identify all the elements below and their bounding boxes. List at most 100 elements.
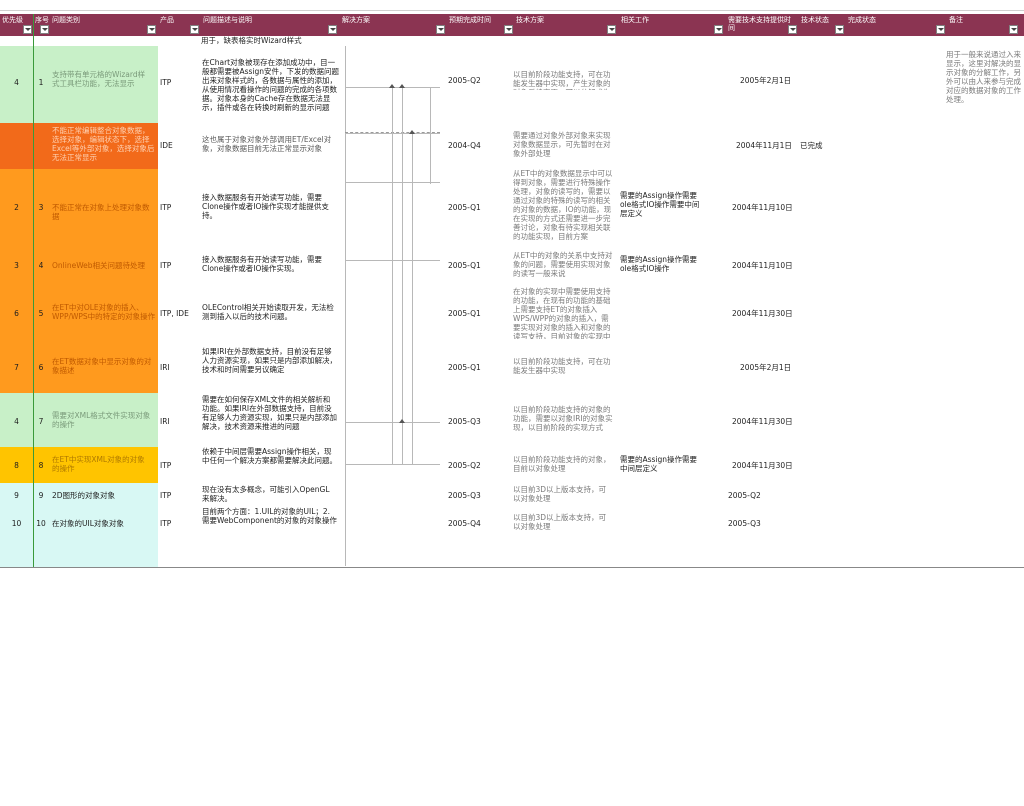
description-cell[interactable]: 接入数据服务有开始读写功能，需要Clone操作或者IO操作实现。: [202, 255, 337, 275]
description-cell[interactable]: 这也属于对象对象外部调用ET/Excel对象，对象数据目前无法正常显示对象: [202, 135, 337, 155]
category-cell[interactable]: 不能正常编辑整合对象数据，选择对象，编辑状态下，选择Excel等外部对象，选择对…: [52, 126, 156, 164]
table-row[interactable]: 9 9 2D图形的对象对象 ITP 现在没有太多概念，可能引入OpenGL来解决…: [0, 483, 1024, 507]
priority-cell[interactable]: 10: [0, 519, 33, 528]
table-row[interactable]: 10 10 在对象的UIL对象对象 ITP 目前两个方面：1.UIL的对象的UI…: [0, 507, 1024, 567]
header-note[interactable]: 备注: [947, 14, 1007, 36]
support-time-cell[interactable]: 2005-Q3: [728, 519, 788, 528]
category-cell[interactable]: 在ET中实现XML对象的对象的操作: [52, 455, 152, 475]
header-related[interactable]: 相关工作: [619, 14, 712, 36]
seq-cell[interactable]: 5: [34, 309, 48, 318]
table-row[interactable]: 7 6 在ET数据对象中显示对象的对象描述 IRI 如果IRI在外部数据支持，目…: [0, 339, 1024, 393]
seq-cell[interactable]: 3: [34, 203, 48, 212]
tech-cell[interactable]: 需要通过对象外部对象来实现对象数据显示，可先暂时在对象外部处理: [513, 131, 613, 159]
support-time-cell[interactable]: 2005-Q2: [728, 491, 788, 500]
table-row[interactable]: 6 5 在ET中对OLE对象的插入、WPP/WPS中的特定的对象操作 ITP, …: [0, 287, 1024, 339]
priority-cell[interactable]: 6: [0, 309, 33, 318]
category-cell[interactable]: 在ET中对OLE对象的插入、WPP/WPS中的特定的对象操作: [52, 303, 156, 323]
category-cell[interactable]: 在ET数据对象中显示对象的对象描述: [52, 357, 152, 377]
time-cell[interactable]: 2005-Q2: [448, 76, 508, 85]
product-cell[interactable]: ITP: [160, 461, 198, 470]
filter-dropdown-icon[interactable]: [40, 25, 49, 34]
header-tech[interactable]: 技术方案: [514, 14, 606, 36]
product-cell[interactable]: IRI: [160, 417, 198, 426]
tech-cell[interactable]: 从ET中的对象数据显示中可以得到对象，需要进行特殊操作处理，对象的读写的，需要以…: [513, 169, 613, 245]
product-cell[interactable]: IRI: [160, 363, 198, 372]
category-cell[interactable]: 在对象的UIL对象对象: [52, 519, 152, 528]
related-cell[interactable]: 需要的Assign操作需要ole格式IO操作需要中间层定义: [620, 191, 700, 221]
table-row[interactable]: 1 2 不能正常编辑整合对象数据，选择对象，编辑状态下，选择Excel等外部对象…: [0, 123, 1024, 169]
filter-dropdown-icon[interactable]: [436, 25, 445, 34]
description-cell[interactable]: 目前两个方面：1.UIL的对象的UIL；2.需要WebComponent的对象的…: [202, 507, 337, 547]
time-cell[interactable]: 2005-Q3: [448, 417, 508, 426]
table-row[interactable]: 8 8 在ET中实现XML对象的对象的操作 ITP 依赖于中间层需要Assign…: [0, 447, 1024, 483]
header-product[interactable]: 产品: [158, 14, 188, 36]
priority-cell[interactable]: 4: [0, 417, 33, 426]
filter-dropdown-icon[interactable]: [607, 25, 616, 34]
related-cell[interactable]: 需要的Assign操作需要中间层定义: [620, 455, 700, 475]
priority-cell[interactable]: 1: [0, 141, 33, 150]
time-cell[interactable]: 2004-Q4: [448, 141, 508, 150]
tech-cell[interactable]: 以目前3D以上版本支持，可以对象处理: [513, 485, 613, 505]
product-cell[interactable]: IDE: [160, 141, 198, 150]
seq-cell[interactable]: 10: [34, 519, 48, 528]
product-cell[interactable]: ITP: [160, 519, 198, 528]
seq-cell[interactable]: 7: [34, 417, 48, 426]
description-cell[interactable]: 现在没有太多概念，可能引入OpenGL来解决。: [202, 485, 337, 505]
filter-dropdown-icon[interactable]: [328, 25, 337, 34]
description-cell[interactable]: 在Chart对象被现存在添加成功中，目一般都需要被Assign安件，下发的数据问…: [202, 58, 342, 114]
time-cell[interactable]: 2005-Q1: [448, 203, 508, 212]
seq-cell[interactable]: 9: [34, 491, 48, 500]
table-row[interactable]: 2 3 不能正常在对象上处理对象数据 ITP 接入数据服务有开始读写功能，需要C…: [0, 169, 1024, 247]
description-cell[interactable]: 如果IRI在外部数据支持，目前没有足够人力资源实现，如果只是内部添加解决，技术和…: [202, 347, 337, 387]
product-cell[interactable]: ITP: [160, 491, 198, 500]
support-time-cell[interactable]: 2004年11月30日: [732, 417, 798, 426]
table-row[interactable]: 3 4 OnlineWeb相关问题待处理 ITP 接入数据服务有开始读写功能，需…: [0, 247, 1024, 287]
header-solution[interactable]: 解决方案: [340, 14, 434, 36]
header-description[interactable]: 问题描述与说明: [201, 14, 326, 36]
support-time-cell[interactable]: 2004年11月30日: [732, 461, 798, 470]
priority-cell[interactable]: 4: [0, 46, 33, 123]
seq-cell[interactable]: 8: [34, 461, 48, 470]
filter-dropdown-icon[interactable]: [714, 25, 723, 34]
tech-cell[interactable]: 在对象的实现中需要使用支持的功能，在现有的功能的基础上需要支持ET的对象插入WP…: [513, 287, 613, 339]
category-cell[interactable]: 需要对XML格式文件实现对象的操作: [52, 411, 152, 431]
note-cell[interactable]: 用于一般来说通过入来显示，这里对解决的显示对象的分解工作，另外可以由人来参与完成…: [946, 50, 1022, 106]
support-time-cell[interactable]: 2004年11月10日: [732, 261, 798, 270]
description-cell[interactable]: 接入数据服务有开始读写功能，需要Clone操作或者IO操作实现才能提供支持。: [202, 193, 337, 221]
tech-cell[interactable]: 以目前阶段功能支持的对象，目前以对象处理: [513, 455, 613, 475]
filter-dropdown-icon[interactable]: [504, 25, 513, 34]
header-done-status[interactable]: 完成状态: [846, 14, 934, 36]
tech-cell[interactable]: 以目前阶段功能支持，可在功能发生器中实现，产生对象的对象后续变更，可以分解成为对…: [513, 70, 613, 90]
time-cell[interactable]: 2005-Q2: [448, 461, 508, 470]
filter-dropdown-icon[interactable]: [23, 25, 32, 34]
header-time[interactable]: 预期完成时间: [447, 14, 503, 36]
priority-cell[interactable]: 8: [0, 461, 33, 470]
description-cell[interactable]: 需要在如何保存XML文件的相关解析和功能。如果IRI在外部数据支持，目前没有足够…: [202, 395, 337, 445]
header-tech-status[interactable]: 技术状态: [799, 14, 833, 36]
product-cell[interactable]: ITP, IDE: [160, 309, 200, 318]
seq-cell[interactable]: 2: [34, 141, 48, 150]
description-cell[interactable]: 依赖于中间层需要Assign操作相关，现中任何一个解决方案都需要解决此问题。: [202, 447, 337, 483]
support-time-cell[interactable]: 2004年11月30日: [732, 309, 798, 318]
time-cell[interactable]: 2005-Q4: [448, 519, 508, 528]
tech-status-cell[interactable]: 已完成: [800, 141, 840, 150]
time-cell[interactable]: 2005-Q1: [448, 363, 508, 372]
tech-cell[interactable]: 以目前3D以上版本支持，可以对象处理: [513, 513, 613, 533]
product-cell[interactable]: ITP: [160, 78, 198, 87]
filter-dropdown-icon[interactable]: [835, 25, 844, 34]
table-row[interactable]: 4 1 支持带有单元格的Wizard样式工具栏功能，无法显示 ITP 在Char…: [0, 46, 1024, 123]
category-cell[interactable]: 不能正常在对象上处理对象数据: [52, 203, 156, 221]
filter-dropdown-icon[interactable]: [788, 25, 797, 34]
seq-cell[interactable]: 6: [34, 363, 48, 372]
tech-cell[interactable]: 以目前阶段功能支持的对象的功能，需要以对象IRI的对象实现，以目前阶段的实现方式: [513, 405, 613, 433]
time-cell[interactable]: 2005-Q1: [448, 261, 508, 270]
category-cell[interactable]: 支持带有单元格的Wizard样式工具栏功能，无法显示: [52, 70, 152, 90]
priority-cell[interactable]: 3: [0, 261, 33, 270]
header-category[interactable]: 问题类别: [50, 14, 145, 36]
related-cell[interactable]: 需要的Assign操作需要ole格式IO操作: [620, 255, 700, 275]
support-time-cell[interactable]: 2004年11月10日: [732, 203, 798, 212]
seq-cell[interactable]: 4: [34, 261, 48, 270]
tech-cell[interactable]: 从ET中的对象的关系中支持对象的问题，需要使用实现对象的读写一般来说: [513, 251, 613, 283]
time-cell[interactable]: 2005-Q3: [448, 491, 508, 500]
seq-cell[interactable]: 1: [34, 78, 48, 87]
